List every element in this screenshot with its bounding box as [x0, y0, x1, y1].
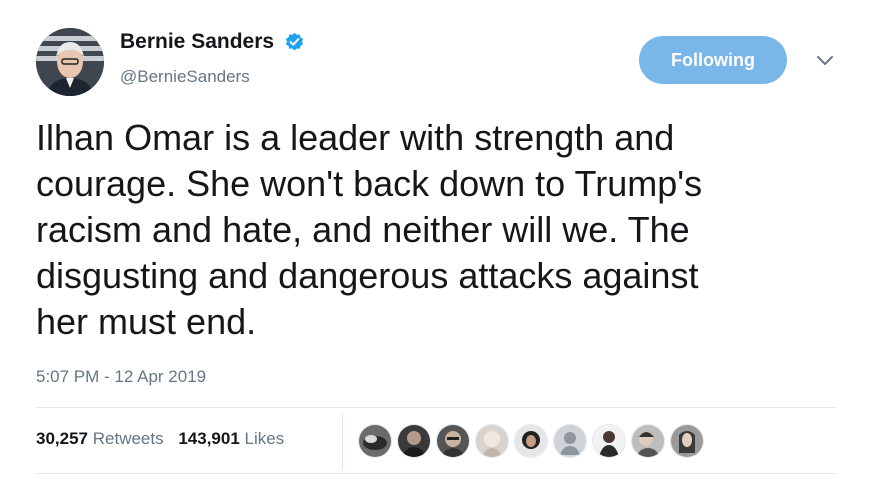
- author-handle[interactable]: @BernieSanders: [120, 67, 250, 87]
- verified-badge-icon: [284, 32, 305, 53]
- divider: [36, 407, 836, 408]
- liker-avatar[interactable]: [397, 424, 431, 458]
- retweets-stat[interactable]: 30,257 Retweets: [36, 429, 164, 448]
- liker-avatars: [358, 424, 704, 460]
- liker-avatar[interactable]: [475, 424, 509, 458]
- tweet-timestamp[interactable]: 5:07 PM - 12 Apr 2019: [36, 367, 206, 387]
- liker-avatar[interactable]: [553, 424, 587, 458]
- liker-avatar[interactable]: [631, 424, 665, 458]
- likes-stat[interactable]: 143,901 Likes: [178, 429, 284, 448]
- stats-separator: [342, 412, 343, 470]
- likes-count: 143,901: [178, 429, 240, 448]
- following-button[interactable]: Following: [639, 36, 787, 84]
- liker-avatar[interactable]: [436, 424, 470, 458]
- author-avatar[interactable]: [36, 28, 104, 96]
- engagement-stats: 30,257 Retweets 143,901 Likes: [36, 429, 294, 449]
- author-name-row: Bernie Sanders: [120, 30, 305, 54]
- tweet-text: Ilhan Omar is a leader with strength and…: [36, 117, 703, 342]
- chevron-down-icon[interactable]: [814, 52, 836, 68]
- liker-avatar[interactable]: [358, 424, 392, 458]
- liker-avatar[interactable]: [514, 424, 548, 458]
- author-display-name[interactable]: Bernie Sanders: [120, 30, 274, 54]
- divider: [36, 473, 836, 474]
- retweets-count: 30,257: [36, 429, 88, 448]
- likes-label: Likes: [244, 429, 285, 448]
- liker-avatar[interactable]: [592, 424, 626, 458]
- liker-avatar[interactable]: [670, 424, 704, 458]
- tweet-card: Bernie Sanders @BernieSanders Following …: [0, 0, 880, 479]
- retweets-label: Retweets: [92, 429, 164, 448]
